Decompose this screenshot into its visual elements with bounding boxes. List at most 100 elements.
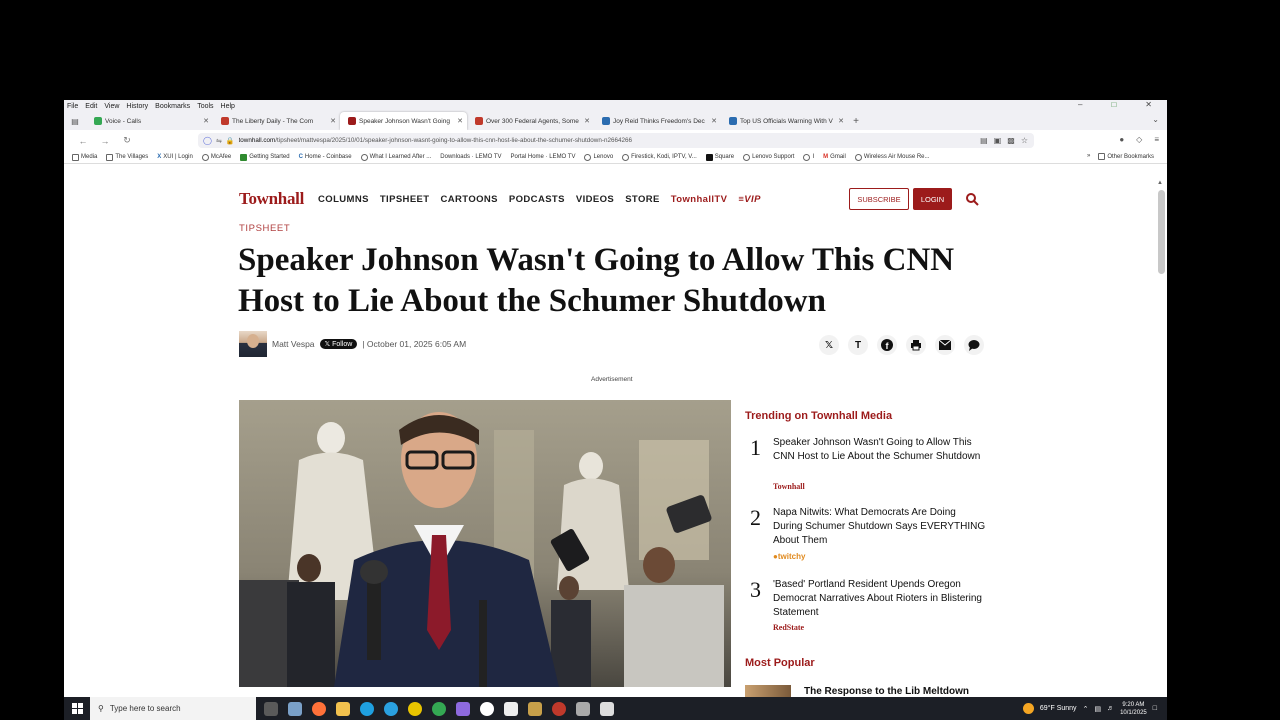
network-icon[interactable]: ▤ [1094, 705, 1101, 713]
weather-text[interactable]: 69°F Sunny [1040, 705, 1077, 712]
trending-item[interactable]: 1 Speaker Johnson Wasn't Going to Allow … [745, 435, 995, 495]
tab-liberty-daily[interactable]: The Liberty Daily - The Com ✕ [213, 112, 340, 130]
task-view-icon[interactable] [264, 701, 278, 716]
app-icon[interactable] [288, 701, 302, 716]
email-icon[interactable] [935, 335, 955, 355]
bookmark[interactable]: I [803, 153, 814, 161]
minimize-icon[interactable]: – [1078, 100, 1082, 109]
close-tab-icon[interactable]: ✕ [711, 117, 717, 125]
comment-icon[interactable] [964, 335, 984, 355]
lock-icon[interactable]: 🔒 [226, 137, 235, 145]
taskbar-search[interactable]: ⚲ Type here to search [90, 697, 256, 720]
tab-joy-reid[interactable]: Joy Reid Thinks Freedom's Dec ✕ [594, 112, 721, 130]
trending-source[interactable]: ●twitchy [773, 552, 805, 561]
print-icon[interactable] [906, 335, 926, 355]
menu-bookmarks[interactable]: Bookmarks [155, 103, 190, 110]
chrome-icon[interactable] [432, 701, 446, 716]
app-icon[interactable] [504, 701, 518, 716]
tracking-icon[interactable]: ⇋ [216, 137, 222, 145]
tab-townhall-active[interactable]: Speaker Johnson Wasn't Going ✕ [340, 112, 467, 130]
extensions-icon[interactable]: ◇ [1136, 135, 1142, 144]
chevron-up-icon[interactable]: ⌃ [1083, 705, 1089, 713]
bookmark[interactable]: X XUI | Login [157, 154, 193, 160]
scroll-up-icon[interactable]: ▲ [1157, 180, 1163, 186]
scrollbar-thumb[interactable] [1158, 190, 1165, 274]
back-icon[interactable]: ← [72, 136, 94, 146]
star-icon[interactable]: ☆ [1021, 136, 1028, 145]
close-tab-icon[interactable]: ✕ [838, 117, 844, 125]
trending-headline[interactable]: 'Based' Portland Resident Upends Oregon … [773, 578, 988, 620]
login-button[interactable]: LOGIN [913, 188, 952, 210]
firefox-icon[interactable] [312, 701, 326, 716]
townhall-logo[interactable]: Townhall [239, 189, 304, 209]
bookmark[interactable]: Getting Started [240, 153, 290, 161]
subscribe-button[interactable]: SUBSCRIBE [849, 188, 909, 210]
bookmark[interactable]: C Home - Coinbase [299, 154, 352, 160]
shield-icon[interactable]: ◯ [203, 136, 212, 145]
trending-headline[interactable]: Napa Nitwits: What Democrats Are Doing D… [773, 506, 988, 548]
close-tab-icon[interactable]: ✕ [584, 117, 590, 125]
menu-history[interactable]: History [126, 103, 148, 110]
nav-vip[interactable]: ≡VIP [738, 194, 760, 205]
tab-federal-agents[interactable]: Over 300 Federal Agents, Some ✕ [467, 112, 594, 130]
forward-icon[interactable]: → [94, 136, 116, 146]
bookmark[interactable]: Lenovo [584, 153, 613, 161]
file-explorer-icon[interactable] [336, 701, 350, 716]
notification-icon[interactable]: □ [1153, 705, 1157, 712]
menu-help[interactable]: Help [221, 103, 235, 110]
nav-podcasts[interactable]: PODCASTS [509, 194, 565, 205]
bookmark[interactable]: Wireless Air Mouse Re... [854, 153, 930, 161]
close-tab-icon[interactable]: ✕ [203, 117, 209, 125]
nav-cartoons[interactable]: CARTOONS [441, 194, 498, 205]
townhall-icon[interactable]: T [848, 335, 868, 355]
tab-voice[interactable]: Voice - Calls ✕ [86, 112, 213, 130]
app-icon[interactable] [528, 701, 542, 716]
edge-icon[interactable] [360, 701, 374, 716]
bookmark[interactable]: Firestick, Kodi, IPTV, V... [622, 153, 697, 161]
author-avatar[interactable] [239, 331, 267, 357]
reader-view-icon[interactable]: ▤ [980, 136, 988, 145]
close-window-icon[interactable]: ✕ [1145, 100, 1152, 109]
app-icon[interactable] [600, 701, 614, 716]
screenshot-icon[interactable]: ▣ [994, 136, 1002, 145]
url-text[interactable]: townhall.com/tipsheet/mattvespa/2025/10/… [239, 137, 977, 144]
app-icon[interactable] [456, 701, 470, 716]
search-icon[interactable] [965, 192, 979, 206]
pocket-icon[interactable]: ▩ [1007, 136, 1015, 145]
weather-sun-icon[interactable] [1022, 703, 1034, 714]
trending-source[interactable]: Townhall [773, 482, 805, 491]
nav-videos[interactable]: VIDEOS [576, 194, 614, 205]
app-icon[interactable] [552, 701, 566, 716]
nav-store[interactable]: STORE [625, 194, 660, 205]
page-scrollbar[interactable]: ▲ ▼ [1155, 180, 1167, 720]
trending-headline[interactable]: Speaker Johnson Wasn't Going to Allow Th… [773, 436, 988, 464]
bookmark[interactable]: Square [705, 153, 734, 161]
bookmark[interactable]: Portal Home · LEMO TV [511, 154, 576, 160]
more-bookmarks-icon[interactable]: » [1087, 153, 1090, 160]
x-icon[interactable]: 𝕏 [819, 335, 839, 355]
trending-item[interactable]: 3 'Based' Portland Resident Upends Orego… [745, 577, 995, 637]
reload-icon[interactable]: ↻ [116, 135, 138, 146]
volume-icon[interactable]: ♬ [1107, 705, 1114, 712]
nav-tipsheet[interactable]: TIPSHEET [380, 194, 430, 205]
article-hero-image[interactable] [239, 400, 731, 687]
windows-start-icon[interactable] [64, 703, 90, 714]
clock[interactable]: 9:20 AM 10/1/2025 [1120, 701, 1147, 717]
telegram-icon[interactable] [384, 701, 398, 716]
bookmark[interactable]: M Gmail [823, 154, 846, 160]
facebook-icon[interactable]: f [877, 335, 897, 355]
bookmark[interactable]: Downloads · LEMO TV [440, 154, 501, 160]
menu-file[interactable]: File [67, 103, 78, 110]
author-name[interactable]: Matt Vespa [272, 339, 315, 349]
maximize-icon[interactable]: □ [1111, 100, 1116, 109]
other-bookmarks[interactable]: Other Bookmarks [1098, 153, 1154, 160]
bookmark[interactable]: McAfee [201, 153, 231, 161]
app-icon[interactable] [408, 701, 422, 716]
close-tab-icon[interactable]: ✕ [457, 117, 463, 125]
account-icon[interactable]: ● [1119, 135, 1124, 144]
bookmark[interactable]: The Villages [106, 153, 148, 161]
menu-tools[interactable]: Tools [197, 103, 213, 110]
bookmark[interactable]: Media [72, 153, 97, 161]
nav-columns[interactable]: COLUMNS [318, 194, 369, 205]
bookmark[interactable]: Lenovo Support [743, 153, 794, 161]
